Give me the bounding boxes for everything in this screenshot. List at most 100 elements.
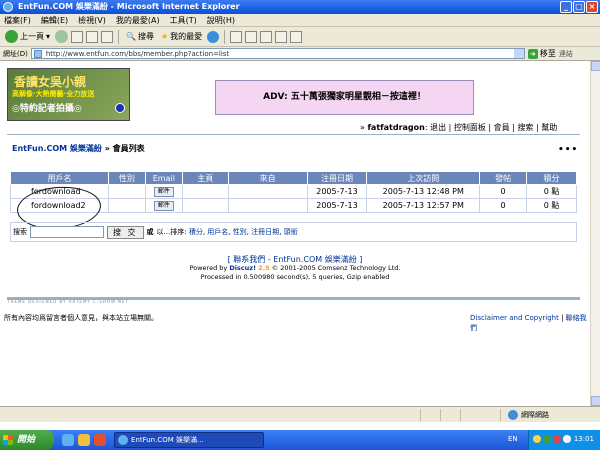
- taskbar-ie-window[interactable]: EntFun.COM 娛樂滿...: [114, 432, 264, 448]
- page-icon: [33, 50, 42, 58]
- status-divider: [440, 409, 441, 421]
- ie-quicklaunch-icon[interactable]: [62, 434, 74, 446]
- print-button[interactable]: [245, 30, 258, 43]
- window-title: EntFun.COM 娛樂滿紛 - Microsoft Internet Exp…: [18, 2, 240, 11]
- forward-button[interactable]: [55, 30, 69, 43]
- history-button[interactable]: [207, 30, 220, 43]
- site-logo[interactable]: 香讀女吳小親 高解像·大熱簡藝·全力放送 ◎特約記者拍攝◎: [7, 68, 130, 121]
- control-panel-link[interactable]: 控制面板: [454, 123, 486, 132]
- links-button[interactable]: 連結: [559, 49, 573, 59]
- help-link[interactable]: 幫助: [541, 123, 557, 132]
- ie-icon: [3, 2, 13, 12]
- member-posts: 0: [479, 184, 528, 199]
- members-link[interactable]: 會員: [494, 123, 510, 132]
- col-username[interactable]: 用戶名: [10, 171, 109, 185]
- member-regdate: 2005-7-13: [306, 198, 368, 213]
- status-divider: [420, 409, 421, 421]
- menu-tools[interactable]: 工具(T): [170, 15, 197, 26]
- member-email-cell: 郵件: [144, 184, 183, 199]
- member-name-link[interactable]: fordownload2: [10, 198, 109, 213]
- logo-line1: 香讀女吳小親: [14, 75, 87, 89]
- back-arrow-icon: [5, 30, 18, 43]
- sort-by-title[interactable]: 頭銜: [284, 228, 298, 236]
- search-link[interactable]: 搜索: [517, 123, 533, 132]
- disclaimer-link[interactable]: Disclaimer and Copyright: [470, 314, 559, 322]
- menu-view[interactable]: 檢視(V): [78, 15, 106, 26]
- maximize-button[interactable]: □: [573, 1, 585, 13]
- menu-favorites[interactable]: 我的最愛(A): [116, 15, 160, 26]
- edit-button[interactable]: [260, 30, 273, 43]
- mail-button[interactable]: [230, 30, 243, 43]
- sort-by-gender[interactable]: 性別: [233, 228, 247, 236]
- menu-file[interactable]: 檔案(F): [4, 15, 31, 26]
- user-bar: » fatfatdragon: 退出 | 控制面板 | 會員 | 搜索 | 幫助: [360, 123, 558, 132]
- language-indicator[interactable]: EN: [508, 435, 518, 443]
- col-gender[interactable]: 性別: [107, 171, 146, 185]
- home-button[interactable]: [101, 30, 114, 43]
- desktop-quicklaunch-icon[interactable]: [78, 434, 90, 446]
- messenger-button[interactable]: [290, 30, 303, 43]
- back-button[interactable]: 上一頁 ▾: [3, 29, 52, 45]
- go-button[interactable]: ➜ 移至: [527, 48, 556, 59]
- col-posts: 發帖: [479, 171, 528, 185]
- tray-icon[interactable]: [543, 435, 551, 443]
- tray-icon[interactable]: [533, 435, 541, 443]
- discuz-link[interactable]: Discuz!: [229, 264, 256, 272]
- more-menu-icon[interactable]: •••: [558, 145, 578, 155]
- sort-by-credits[interactable]: 積分: [189, 228, 203, 236]
- member-posts: 0: [479, 198, 528, 213]
- breadcrumb-separator: »: [101, 144, 113, 153]
- favorites-button[interactable]: ★ 我的最愛: [159, 29, 204, 45]
- window-titlebar: EntFun.COM 娛樂滿紛 - Microsoft Internet Exp…: [0, 0, 600, 14]
- menu-bar: 檔案(F) 編輯(E) 檢視(V) 我的最愛(A) 工具(T) 說明(H): [0, 14, 600, 27]
- start-button[interactable]: 開始: [0, 430, 54, 450]
- tray-icon[interactable]: [563, 435, 571, 443]
- stop-button[interactable]: [71, 30, 84, 43]
- sort-by-username[interactable]: 用戶名: [207, 228, 228, 236]
- media-quicklaunch-icon[interactable]: [94, 434, 106, 446]
- sort-prefix: 以...排序:: [156, 228, 187, 236]
- col-homepage: 主頁: [181, 171, 229, 185]
- scroll-up-button[interactable]: [591, 61, 600, 71]
- member-lastvisit: 2005-7-13 12:48 PM: [366, 184, 481, 199]
- menu-edit[interactable]: 編輯(E): [41, 15, 68, 26]
- divider: [7, 134, 580, 135]
- member-gender: [107, 184, 146, 199]
- close-button[interactable]: ×: [586, 1, 598, 13]
- sort-by-regdate[interactable]: 注冊日期: [251, 228, 279, 236]
- member-search-row: 搜索 搜 交 或 以...排序: 積分, 用戶名, 性別, 注冊日期, 頭銜: [10, 222, 577, 242]
- breadcrumb-current: 會員列表: [112, 144, 145, 153]
- member-search-button[interactable]: 搜 交: [107, 225, 144, 239]
- refresh-button[interactable]: [86, 30, 99, 43]
- vertical-scrollbar[interactable]: [590, 61, 600, 406]
- toolbar-separator: [118, 29, 120, 44]
- col-regdate[interactable]: 注冊日期: [306, 171, 368, 185]
- member-name-link[interactable]: fordownload: [10, 184, 109, 199]
- address-label: 網址(D): [3, 49, 28, 58]
- menu-help[interactable]: 說明(H): [207, 15, 235, 26]
- breadcrumb-home[interactable]: EntFun.COM 娛樂滿紛: [12, 144, 102, 153]
- logo-dot-icon: [115, 103, 125, 113]
- address-dropdown[interactable]: [513, 49, 524, 58]
- minimize-button[interactable]: _: [560, 1, 572, 13]
- discuss-button[interactable]: [275, 30, 288, 43]
- toolbar: 上一頁 ▾ 🔍 搜尋 ★ 我的最愛: [0, 27, 600, 47]
- back-label: 上一頁: [20, 32, 44, 41]
- member-search-input[interactable]: [30, 226, 104, 238]
- table-row: fordownload2 郵件 2005-7-13 2005-7-13 12:5…: [10, 198, 577, 213]
- contact-us-link[interactable]: [ 聯系我們 - EntFun.COM 娛樂滿紛 ]: [0, 255, 590, 264]
- col-credits[interactable]: 積分: [526, 171, 577, 185]
- search-button[interactable]: 🔍 搜尋: [124, 29, 156, 45]
- tray-icon[interactable]: [553, 435, 561, 443]
- scroll-down-button[interactable]: [591, 396, 600, 406]
- member-regdate: 2005-7-13: [306, 184, 368, 199]
- adv-banner[interactable]: ADV: 五十萬張獨家明星靚相－按這裡！: [215, 80, 474, 115]
- email-button[interactable]: 郵件: [153, 187, 174, 197]
- tray-icons: [533, 435, 571, 443]
- task-title: EntFun.COM 娛樂滿...: [131, 436, 204, 444]
- address-input[interactable]: http://www.entfun.com/bbs/member.php?act…: [30, 48, 525, 59]
- logout-link[interactable]: 退出: [430, 123, 446, 132]
- email-button[interactable]: 郵件: [153, 201, 174, 211]
- logo-line2: 高解像·大熱簡藝·全力放送: [12, 90, 95, 98]
- chevron-down-icon: ▾: [46, 32, 51, 41]
